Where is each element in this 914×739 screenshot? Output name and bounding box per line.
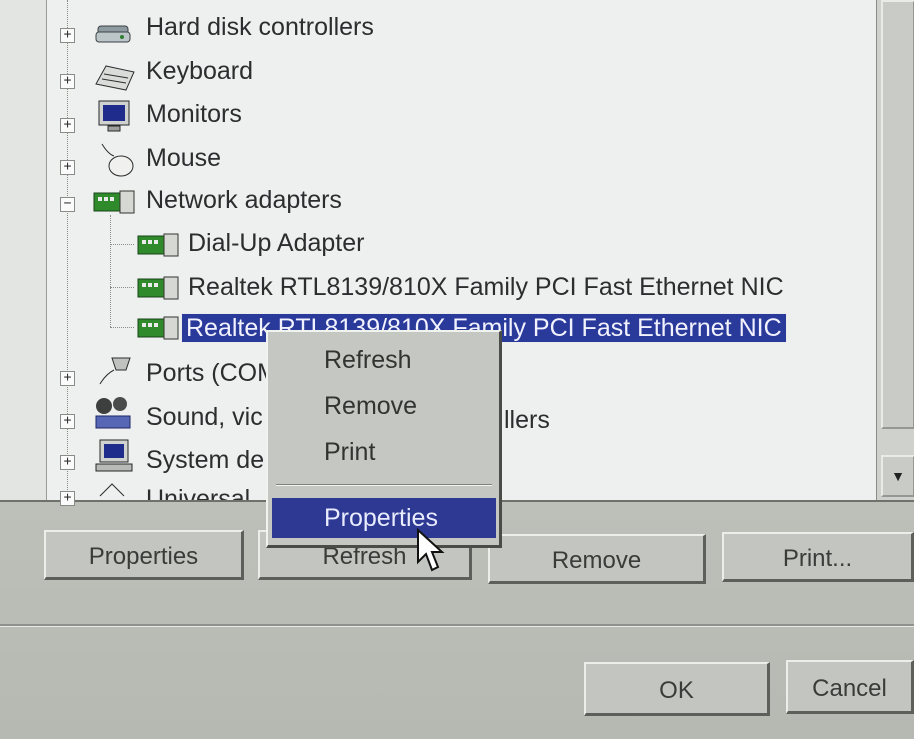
properties-button[interactable]: Properties: [44, 530, 244, 580]
button-label: Print...: [782, 545, 853, 572]
monitor-icon: [98, 100, 130, 132]
button-label: OK: [659, 677, 694, 704]
tree-item-label: Ports (COM: [146, 359, 278, 387]
tree-item-label: Hard disk controllers: [146, 13, 374, 41]
tree-item-monitors[interactable]: Monitors: [146, 97, 242, 131]
sound-icon: [95, 397, 131, 429]
expand-icon[interactable]: +: [60, 28, 75, 43]
tree-item-mouse[interactable]: Mouse: [146, 141, 221, 175]
button-label: Properties: [88, 543, 199, 570]
button-label: Remove: [551, 547, 642, 574]
keyboard-icon: [95, 65, 135, 91]
expand-icon[interactable]: +: [60, 414, 75, 429]
tree-item-label: Realtek RTL8139/810X Family PCI Fast Eth…: [188, 273, 784, 301]
tree-item-label: Monitors: [146, 100, 242, 128]
collapse-icon[interactable]: −: [60, 197, 75, 212]
tree-item-system-devices[interactable]: System de: [146, 443, 264, 477]
tree-item-hard-disk-controllers[interactable]: Hard disk controllers: [146, 10, 374, 44]
tree-item-label: System de: [146, 446, 265, 474]
menu-item-properties[interactable]: Properties: [272, 498, 496, 538]
cancel-button[interactable]: Cancel: [786, 660, 914, 714]
tree-item-dial-up-adapter[interactable]: Dial-Up Adapter: [188, 226, 364, 260]
expand-icon[interactable]: +: [60, 160, 75, 175]
tree-left-margin: [0, 0, 47, 500]
group-divider: [0, 624, 914, 627]
tree-item-keyboard[interactable]: Keyboard: [146, 54, 253, 88]
tree-item-label-suffix: llers: [504, 406, 550, 434]
network-card-icon: [137, 276, 179, 300]
print-button[interactable]: Print...: [722, 532, 914, 582]
remove-button[interactable]: Remove: [488, 534, 706, 584]
mouse-icon: [101, 143, 134, 177]
tree-item-network-adapters[interactable]: Network adapters: [146, 183, 342, 217]
hard-disk-controller-icon: [95, 25, 131, 43]
tree-item-realtek-nic[interactable]: Realtek RTL8139/810X Family PCI Fast Eth…: [188, 270, 784, 304]
arrow-down-icon: ▼: [891, 468, 905, 484]
scroll-down-button[interactable]: ▼: [881, 455, 914, 497]
device-manager-dialog: + Hard disk controllers + Keyboard + Mon…: [0, 0, 914, 739]
menu-item-label: Remove: [324, 392, 418, 420]
cursor-arrow-icon: [417, 528, 445, 572]
tree-line: [110, 244, 134, 245]
expand-icon[interactable]: +: [60, 118, 75, 133]
tree-line: [110, 327, 134, 328]
tree-item-sound[interactable]: Sound, vic: [146, 400, 263, 434]
tree-item-label: Universal: [146, 485, 251, 500]
tree-item-label: Mouse: [146, 144, 222, 172]
port-icon: [99, 357, 131, 385]
menu-item-label: Print: [324, 438, 376, 466]
context-menu: Refresh Remove Print Properties: [266, 330, 502, 548]
menu-item-label: Refresh: [324, 346, 412, 374]
scroll-thumb[interactable]: [881, 0, 914, 429]
network-card-icon: [137, 316, 179, 340]
system-device-icon: [95, 439, 133, 472]
ok-button[interactable]: OK: [584, 662, 770, 716]
tree-item-label: Sound, vic: [146, 403, 263, 431]
expand-icon[interactable]: +: [60, 491, 75, 506]
expand-icon[interactable]: +: [60, 371, 75, 386]
usb-icon: [99, 483, 125, 497]
tree-item-sound-suffix: llers: [504, 403, 550, 437]
vertical-scrollbar[interactable]: ▼: [876, 0, 914, 500]
button-label: Cancel: [812, 675, 887, 702]
tree-item-label: Network adapters: [146, 186, 342, 214]
menu-item-remove[interactable]: Remove: [272, 386, 496, 426]
network-adapter-icon: [93, 190, 135, 214]
tree-item-universal[interactable]: Universal: [146, 482, 250, 500]
tree-line: [110, 287, 134, 288]
tree-item-label: Keyboard: [146, 57, 254, 85]
network-card-icon: [137, 233, 179, 257]
expand-icon[interactable]: +: [60, 74, 75, 89]
menu-item-refresh[interactable]: Refresh: [272, 340, 496, 380]
tree-item-label: Dial-Up Adapter: [188, 229, 365, 257]
tree-line: [110, 215, 111, 327]
menu-separator: [276, 484, 492, 486]
tree-item-ports[interactable]: Ports (COM: [146, 356, 278, 390]
menu-item-print[interactable]: Print: [272, 432, 496, 472]
expand-icon[interactable]: +: [60, 455, 75, 470]
